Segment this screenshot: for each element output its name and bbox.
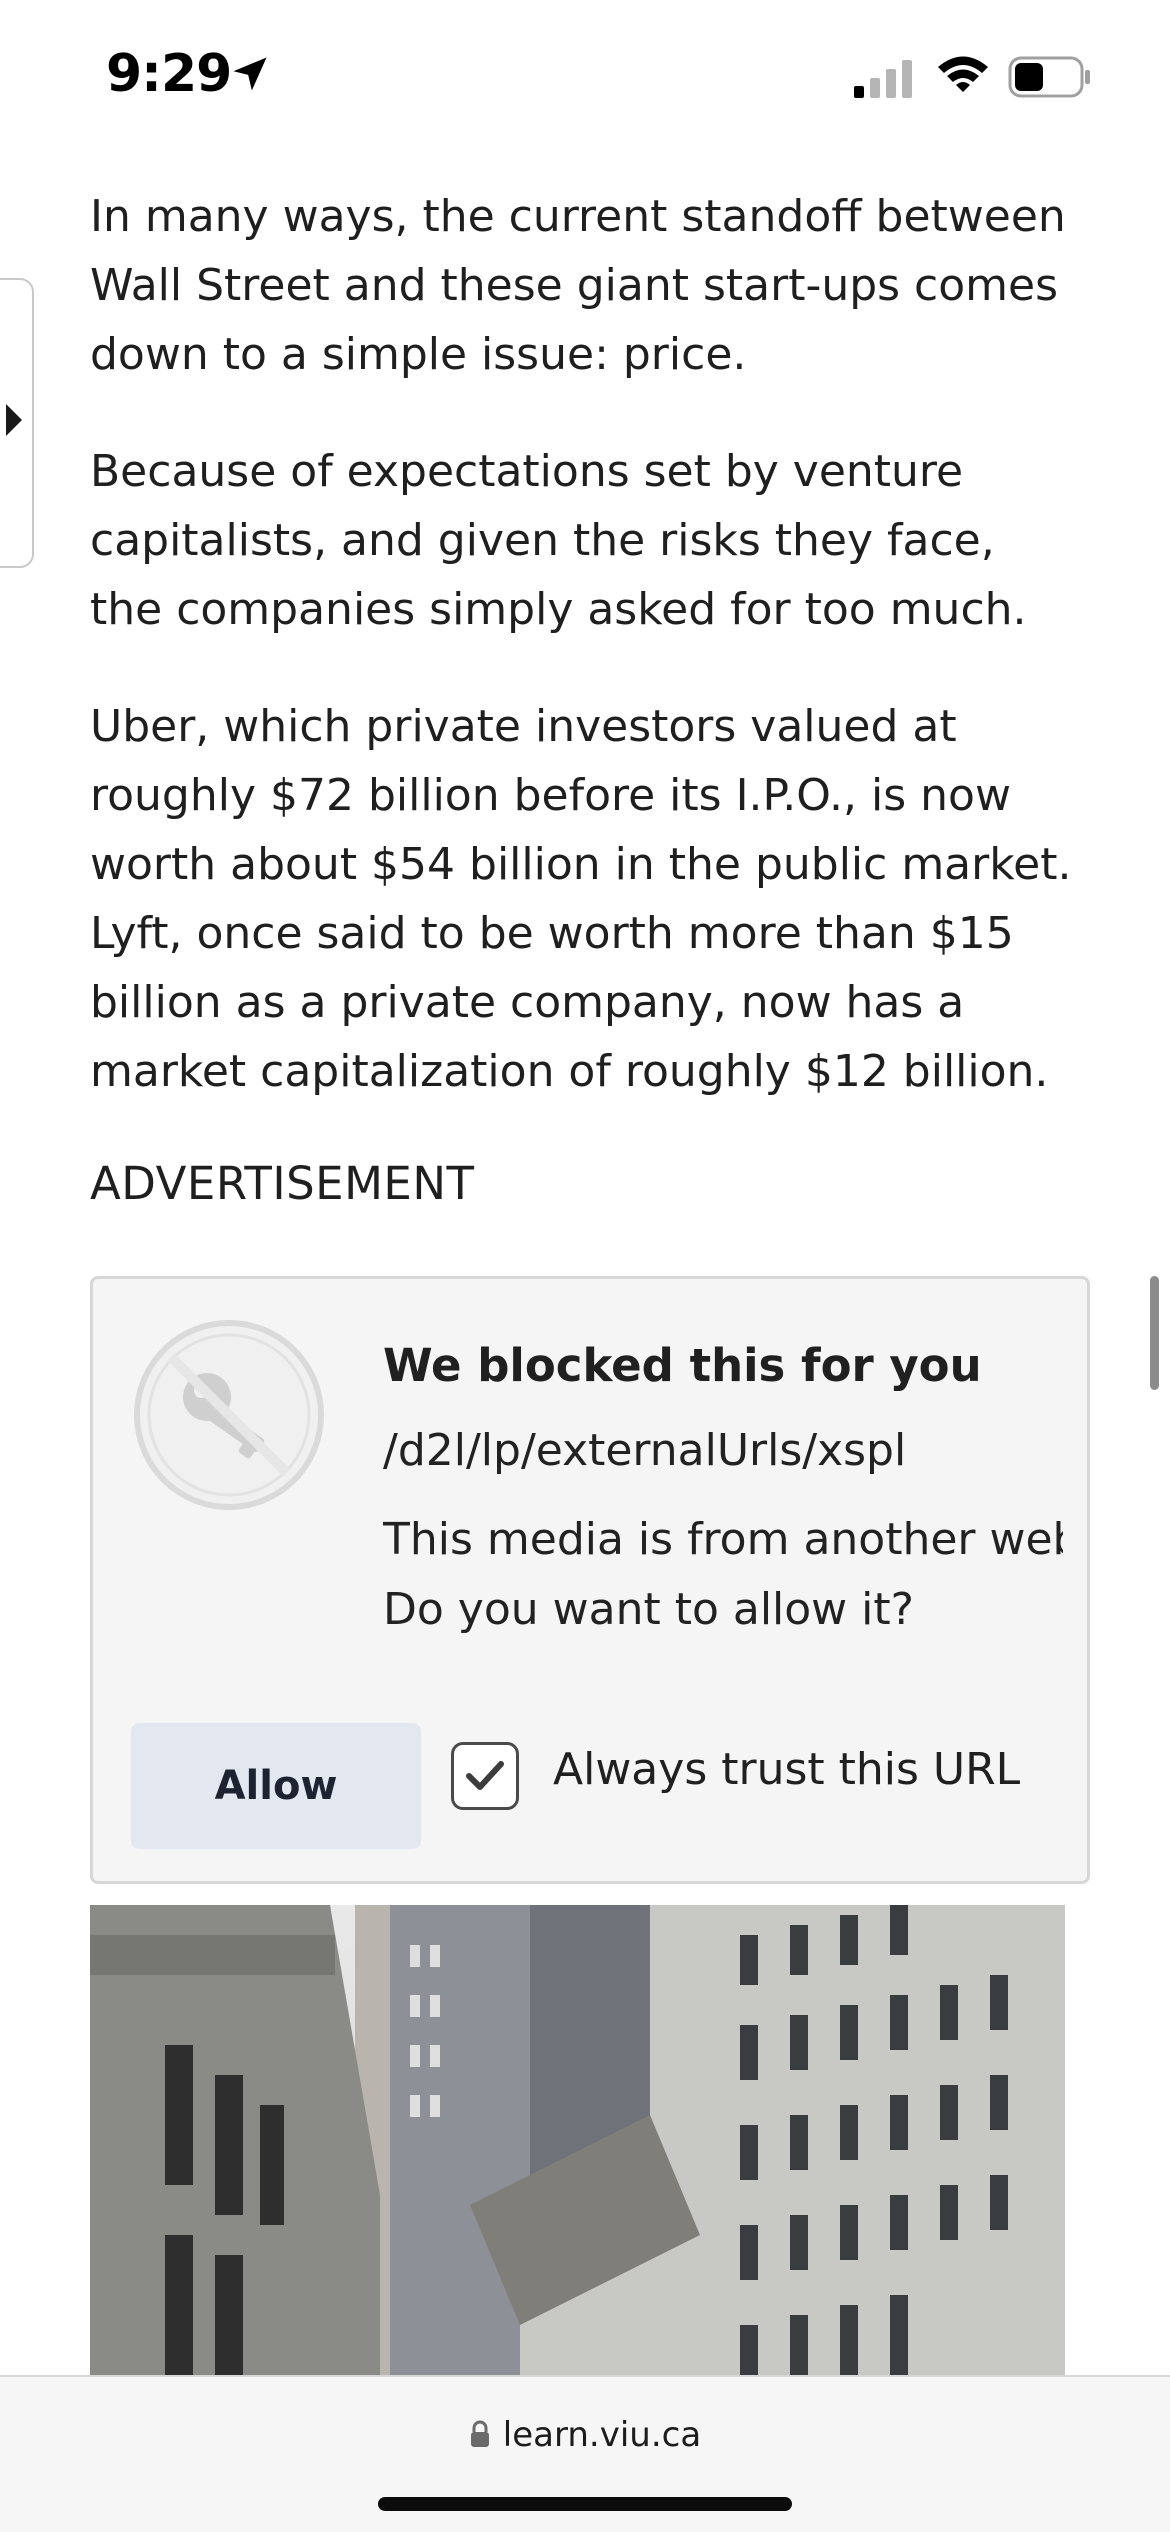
article-paragraph: Because of expectations set by venture c… xyxy=(90,446,1027,635)
expand-arrow-icon[interactable] xyxy=(6,404,22,436)
always-trust-checkbox[interactable] xyxy=(451,1742,519,1810)
status-bar: 9:29 xyxy=(0,0,1170,150)
status-time: 9:29 xyxy=(106,44,232,104)
cellular-signal-icon xyxy=(854,60,912,98)
browser-bottom-bar: learn.viu.ca xyxy=(0,2375,1170,2532)
blocked-key-icon xyxy=(134,1320,324,1510)
building-photo-illustration xyxy=(90,1905,1065,2375)
wifi-icon xyxy=(938,56,988,92)
blocked-media-notice: We blocked this for you /d2l/lp/external… xyxy=(90,1276,1090,1884)
article-paragraph: In many ways, the current standoff betwe… xyxy=(90,191,1066,380)
allow-button[interactable]: Allow xyxy=(131,1723,421,1849)
blocked-description-line: Do you want to allow it? xyxy=(383,1584,914,1635)
checkmark-icon xyxy=(466,1761,504,1790)
domain-text: learn.viu.ca xyxy=(502,2415,702,2455)
always-trust-label[interactable]: Always trust this URL xyxy=(553,1744,1020,1795)
battery-icon xyxy=(1008,56,1090,98)
lock-icon xyxy=(470,2420,489,2447)
blocked-description: This media is from another webs Do you w… xyxy=(383,1505,1063,1645)
address-bar[interactable]: learn.viu.ca xyxy=(0,2415,1170,2455)
advertisement-label: ADVERTISEMENT xyxy=(90,1157,475,1210)
blocked-description-line: This media is from another webs xyxy=(383,1514,1063,1565)
blocked-url: /d2l/lp/externalUrls/xspl xyxy=(383,1425,907,1476)
blocked-title: We blocked this for you xyxy=(383,1339,982,1392)
article-paragraph: Uber, which private investors valued at … xyxy=(90,701,1072,1097)
article-body: In many ways, the current standoff betwe… xyxy=(90,182,1080,1214)
location-arrow-icon xyxy=(233,57,267,91)
wall-street-building-image xyxy=(90,1905,1065,2375)
home-indicator[interactable] xyxy=(378,2497,792,2511)
scroll-indicator[interactable] xyxy=(1150,1276,1159,1390)
